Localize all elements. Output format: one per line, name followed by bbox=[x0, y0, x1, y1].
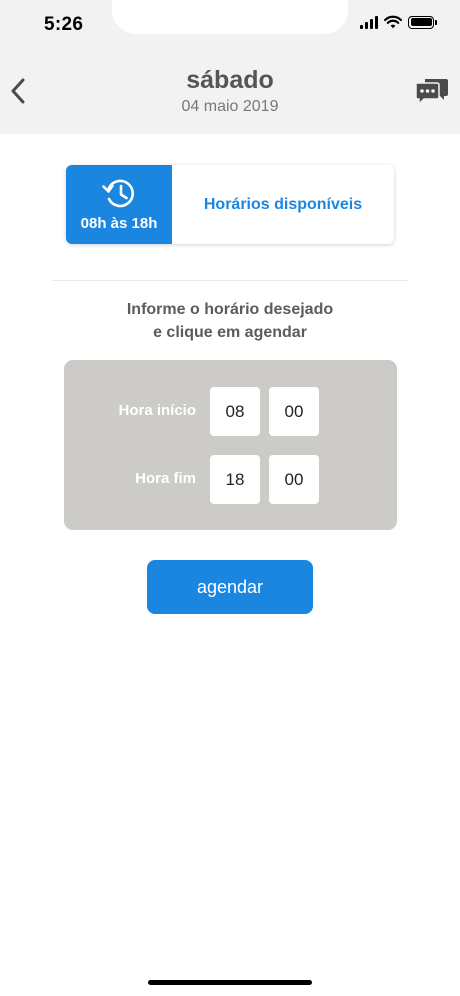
chat-button[interactable] bbox=[414, 76, 450, 106]
status-icons bbox=[360, 15, 437, 29]
device-notch bbox=[112, 0, 348, 34]
clock-history-icon bbox=[102, 179, 134, 208]
status-time: 5:26 bbox=[44, 14, 84, 35]
availability-label: Horários disponíveis bbox=[203, 195, 363, 213]
header: 5:26 sábado 04 maio 2019 bbox=[0, 0, 460, 134]
availability-card: 08h às 18h Horários disponíveis bbox=[66, 165, 394, 244]
schedule-button[interactable]: agendar bbox=[147, 560, 313, 614]
page-subtitle: 04 maio 2019 bbox=[181, 98, 279, 115]
end-time-label: Hora fim bbox=[135, 470, 196, 487]
availability-hours-block: 08h às 18h bbox=[66, 165, 172, 244]
end-hour-input[interactable]: 18 bbox=[210, 455, 260, 504]
instruction-line-2: e clique em agendar bbox=[153, 324, 307, 341]
instruction-line-1: Informe o horário desejado bbox=[126, 301, 334, 318]
home-indicator[interactable] bbox=[148, 980, 312, 985]
battery-icon bbox=[408, 15, 437, 29]
end-minute-input[interactable]: 00 bbox=[269, 455, 319, 504]
start-time-label: Hora início bbox=[118, 402, 196, 419]
section-divider bbox=[52, 280, 408, 281]
signal-icon bbox=[360, 15, 378, 29]
instruction-text: Informe o horário desejado e clique em a… bbox=[0, 298, 460, 344]
start-hour-input[interactable]: 08 bbox=[210, 387, 260, 436]
page-title: sábado bbox=[186, 66, 274, 94]
time-selection-panel: Hora início 08 00 Hora fim 18 00 bbox=[64, 360, 397, 530]
start-minute-input[interactable]: 00 bbox=[269, 387, 319, 436]
wifi-icon bbox=[384, 15, 402, 29]
chat-bubbles-icon bbox=[415, 79, 448, 106]
availability-hours: 08h às 18h bbox=[80, 215, 158, 232]
